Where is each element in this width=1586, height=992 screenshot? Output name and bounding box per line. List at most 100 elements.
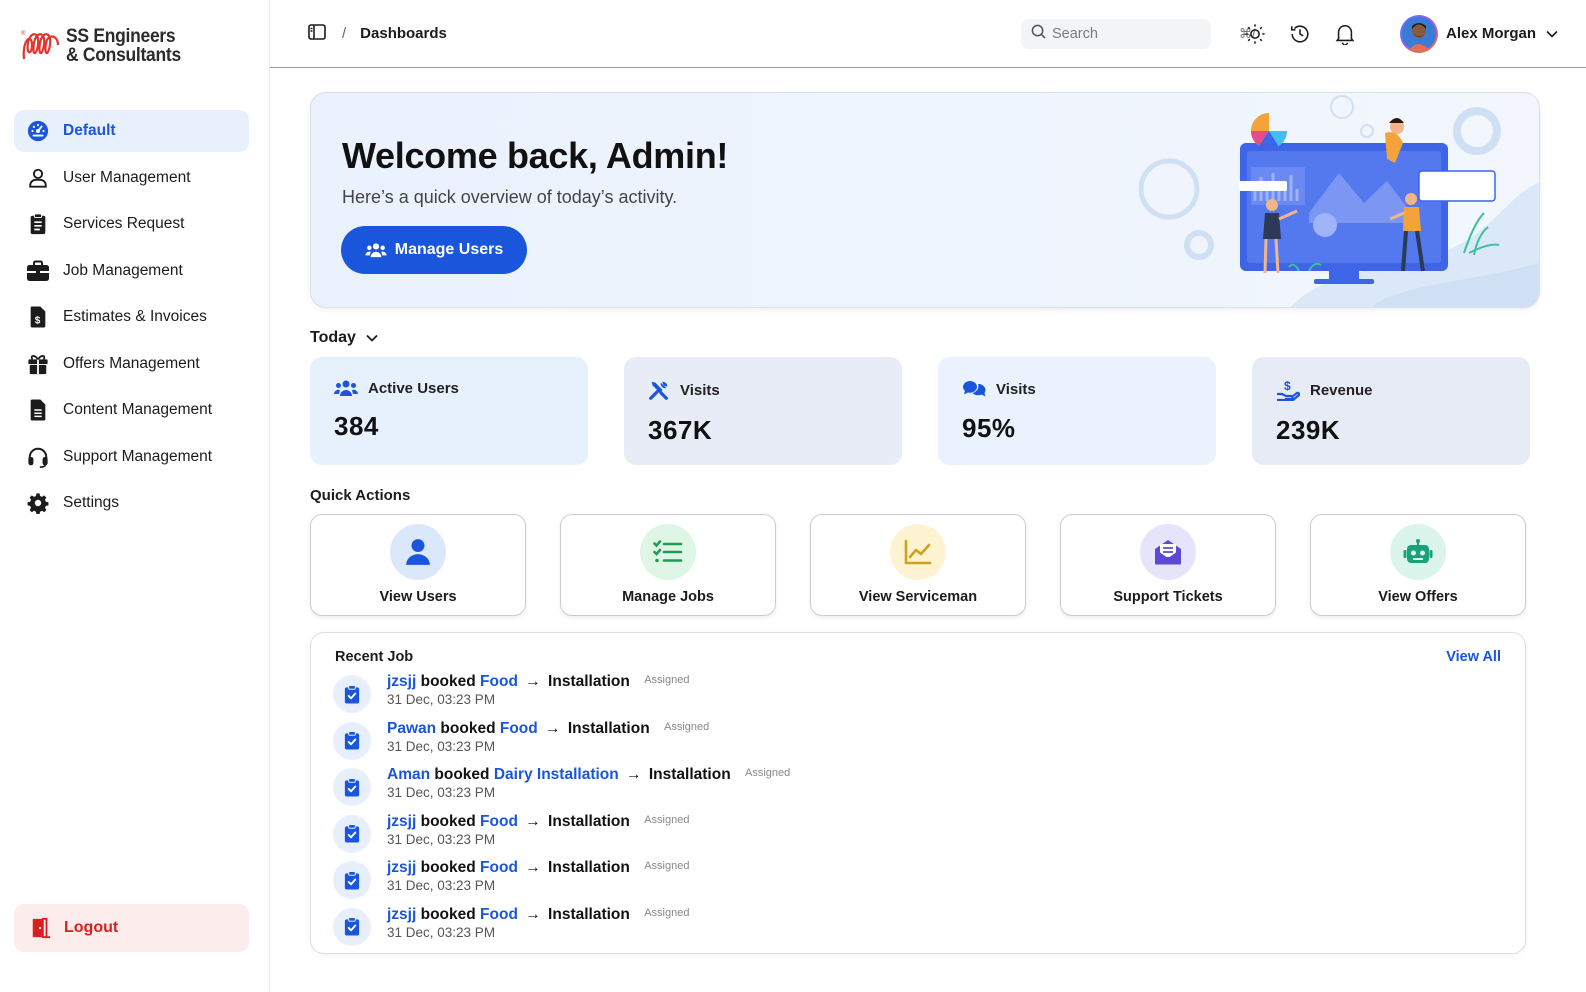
job-service-link[interactable]: Food [480,673,518,690]
search-box[interactable]: ⌘/ [1020,18,1256,49]
sidebar-item-content-management[interactable]: Content Management [14,389,249,431]
history-icon[interactable] [1288,22,1312,46]
list-item[interactable]: Aman booked Dairy Installation → Install… [333,766,790,813]
sidebar-item-estimates-invoices[interactable]: $ Estimates & Invoices [14,296,249,338]
chevron-down-icon [1546,25,1558,43]
sidebar-item-label: Settings [63,494,120,511]
stat-value: 95% [962,413,1016,443]
avatar[interactable] [1399,14,1438,53]
user-menu[interactable]: Alex Morgan [1399,14,1558,53]
search-icon [1031,24,1046,43]
sidebar-toggle-icon[interactable] [308,23,326,44]
sidebar-item-user-management[interactable]: User Management [14,157,249,199]
arrow-right-icon: → [525,673,541,690]
recent-jobs-panel: Recent Job View All jzsjj booked Food → … [310,632,1526,954]
headset-icon [26,445,50,469]
manage-jobs-button[interactable]: Manage Jobs [560,514,776,616]
users-icon [334,379,358,397]
job-service-link[interactable]: Food [480,906,518,923]
job-user-link[interactable]: Pawan [387,720,436,737]
svg-text:$: $ [35,315,41,326]
brand-logo[interactable]: ® SS Engineers & Consultants [14,0,249,92]
view-offers-button[interactable]: View Offers [1310,514,1526,616]
bell-icon[interactable] [1333,22,1357,46]
quick-actions: View Users Manage Jobs View Serviceman S… [310,514,1586,616]
sidebar-nav: Default User Management Services Request… [14,110,249,524]
job-user-link[interactable]: Aman [387,766,430,783]
sidebar-item-settings[interactable]: Settings [14,482,249,524]
dashboard-gauge-icon [26,119,50,143]
job-type: Installation [648,766,731,783]
sidebar-item-label: Services Request [63,215,185,232]
stat-label: Active Users [368,379,459,397]
period-label: Today [310,329,356,346]
brand-line-1: SS Engineers [66,26,176,47]
job-timestamp: 31 Dec, 03:23 PM [387,831,496,847]
manage-users-button[interactable]: Manage Users [341,226,527,274]
list-item[interactable]: jzsjj booked Food → Installation Assigne… [333,813,790,860]
status-badge: Assigned [644,860,690,872]
sidebar: ® SS Engineers & Consultants Default Use… [0,0,270,992]
job-service-link[interactable]: Dairy Installation [494,766,619,783]
job-service-link[interactable]: Food [480,859,518,876]
job-service-link[interactable]: Food [480,813,518,830]
stat-label: Visits [680,381,720,399]
svg-text:$: $ [1284,379,1291,393]
clipboard-check-icon [333,768,371,806]
job-timestamp: 31 Dec, 03:23 PM [387,692,496,707]
job-user-link[interactable]: jzsjj [387,859,416,876]
booked-text: booked [420,812,476,830]
top-bar: / Dashboards ⌘/ [270,0,1586,68]
quick-action-label: Support Tickets [1113,589,1223,605]
job-user-link[interactable]: jzsjj [387,813,416,830]
users-icon [365,242,387,258]
clipboard-check-icon [333,861,371,899]
sidebar-item-services-request[interactable]: Services Request [14,203,249,245]
clipboard-list-icon [26,212,50,236]
user-icon [390,524,446,580]
stat-card-revenue: $ Revenue 239K [1252,357,1530,465]
list-item[interactable]: jzsjj booked Food → Installation Assigne… [333,859,790,906]
sidebar-item-label: Job Management [63,261,183,279]
sidebar-item-default[interactable]: Default [14,110,249,152]
view-all-link[interactable]: View All [1446,649,1501,665]
list-item[interactable]: jzsjj booked Food → Installation Assigne… [333,673,790,720]
line-chart-icon [890,524,946,580]
support-tickets-button[interactable]: Support Tickets [1060,514,1276,616]
sidebar-item-job-management[interactable]: Job Management [14,250,249,292]
quick-action-label: View Users [379,589,457,605]
job-type: Installation [548,673,630,690]
checklist-icon [640,524,696,580]
dashboard-content: Welcome back, Admin! Here’s a quick over… [270,68,1586,954]
period-selector[interactable]: Today [310,329,1586,347]
search-input[interactable] [1051,25,1239,42]
job-user-link[interactable]: jzsjj [387,906,416,923]
clipboard-check-icon [333,907,371,946]
brand-mark-icon: ® [21,30,60,60]
breadcrumb-current[interactable]: Dashboards [360,25,447,42]
job-type: Installation [548,859,630,876]
job-user-link[interactable]: jzsjj [387,673,416,690]
list-item[interactable]: Pawan booked Food → Installation Assigne… [333,720,790,767]
sidebar-item-offers-management[interactable]: Offers Management [14,343,249,385]
job-type: Installation [567,719,650,737]
sidebar-item-label: Estimates & Invoices [63,308,207,325]
user-icon [26,166,50,190]
theme-sun-icon[interactable] [1243,22,1267,46]
stat-value: 384 [334,411,379,441]
envelope-icon [1140,524,1196,580]
view-users-button[interactable]: View Users [310,514,526,616]
arrow-right-icon: → [525,859,541,876]
arrow-right-icon: → [626,766,642,783]
job-service-link[interactable]: Food [500,720,538,737]
view-serviceman-button[interactable]: View Serviceman [810,514,1026,616]
sidebar-item-support-management[interactable]: Support Management [14,436,249,478]
booked-text: booked [420,905,476,923]
stat-card-visits: Visits 367K [624,357,902,465]
stat-card-visits-percent: Visits 95% [938,357,1216,465]
logout-button[interactable]: Logout [14,904,249,952]
list-item[interactable]: jzsjj booked Food → Installation Assigne… [333,906,790,953]
status-badge: Assigned [644,674,690,686]
quick-action-label: Manage Jobs [622,589,714,605]
logout-label: Logout [64,919,119,936]
